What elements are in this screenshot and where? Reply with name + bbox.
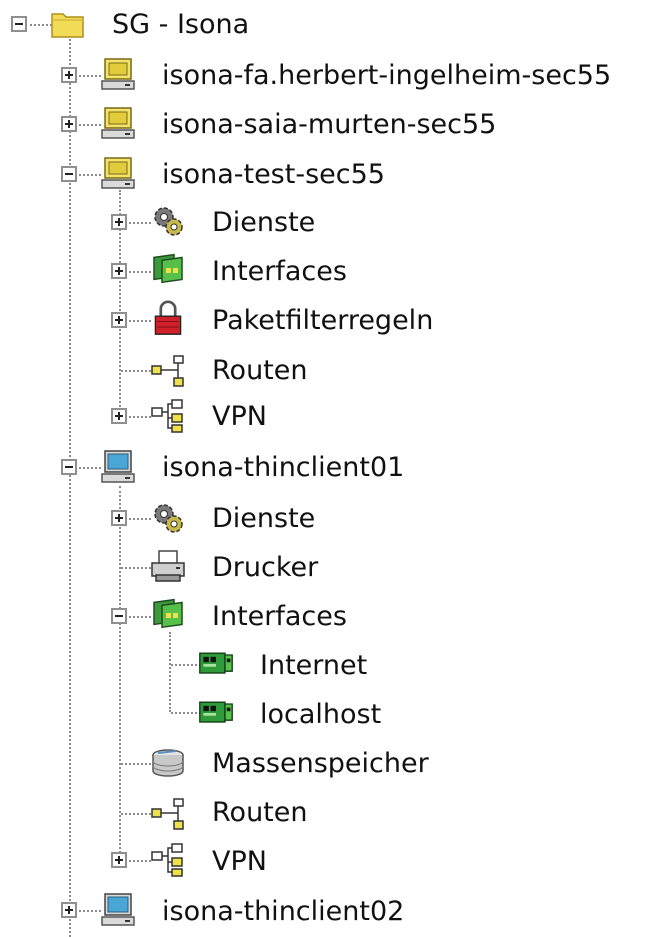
- server-icon: [101, 157, 135, 189]
- nic-green-icon: [199, 701, 233, 723]
- tree-label-n1[interactable]: isona-fa.herbert-ingelheim-sec55: [162, 60, 611, 92]
- tree-label-n13[interactable]: Internet: [260, 650, 367, 682]
- vpn-icon: [151, 399, 183, 433]
- tree-toggle-n18[interactable]: [61, 902, 77, 918]
- tree-label-n8[interactable]: VPN: [212, 401, 267, 433]
- lock-icon: [154, 300, 182, 335]
- tree-toggle-n2[interactable]: [61, 116, 77, 132]
- tree-label-n6[interactable]: Paketfilterregeln: [212, 305, 433, 337]
- tree-toggle-n4[interactable]: [111, 214, 127, 230]
- tree-label-n3[interactable]: isona-test-sec55: [162, 159, 385, 191]
- tree-label-n15[interactable]: Massenspeicher: [212, 748, 429, 780]
- network-card-icon: [153, 598, 183, 629]
- route-icon: [151, 355, 184, 387]
- tree-toggle-n8[interactable]: [111, 408, 127, 424]
- monitor-icon: [101, 450, 135, 483]
- tree-label-n17[interactable]: VPN: [212, 846, 267, 878]
- tree-label-n12[interactable]: Interfaces: [212, 601, 347, 633]
- tree-label-n18[interactable]: isona-thinclient02: [162, 896, 404, 928]
- vpn-icon: [151, 843, 183, 877]
- gears-icon: [154, 207, 183, 236]
- tree-toggle-n6[interactable]: [111, 312, 127, 328]
- nic-green-icon: [199, 652, 233, 674]
- tree-toggle-n9[interactable]: [61, 459, 77, 475]
- network-card-icon: [153, 253, 183, 284]
- tree-view: SG - Isona isona-fa.herbert-ingelheim-se…: [0, 0, 648, 937]
- tree-toggle-n3[interactable]: [61, 166, 77, 182]
- disk-icon: [152, 749, 184, 777]
- tree-label-n2[interactable]: isona-saia-murten-sec55: [162, 109, 496, 141]
- monitor-icon: [101, 893, 135, 926]
- tree-toggle-n10[interactable]: [111, 510, 127, 526]
- tree-label-n4[interactable]: Dienste: [212, 207, 315, 239]
- tree-label-n9[interactable]: isona-thinclient01: [162, 452, 404, 484]
- server-icon: [101, 107, 135, 139]
- tree-label-n7[interactable]: Routen: [212, 355, 308, 387]
- tree-connector: [169, 632, 171, 712]
- tree-label-root[interactable]: SG - Isona: [112, 9, 249, 41]
- tree-toggle-n1[interactable]: [61, 67, 77, 83]
- tree-toggle-n17[interactable]: [111, 852, 127, 868]
- printer-icon: [151, 550, 185, 582]
- gears-icon: [154, 504, 183, 533]
- tree-label-n14[interactable]: localhost: [260, 699, 381, 731]
- tree-label-n11[interactable]: Drucker: [212, 552, 318, 584]
- folder-icon: [51, 13, 84, 38]
- tree-label-n16[interactable]: Routen: [212, 797, 308, 829]
- tree-toggle-n5[interactable]: [111, 263, 127, 279]
- route-icon: [151, 798, 184, 830]
- server-icon: [101, 58, 135, 90]
- tree-toggle-root[interactable]: [11, 16, 27, 32]
- tree-label-n5[interactable]: Interfaces: [212, 256, 347, 288]
- tree-toggle-n12[interactable]: [111, 608, 127, 624]
- tree-connector: [119, 486, 121, 861]
- tree-label-n10[interactable]: Dienste: [212, 503, 315, 535]
